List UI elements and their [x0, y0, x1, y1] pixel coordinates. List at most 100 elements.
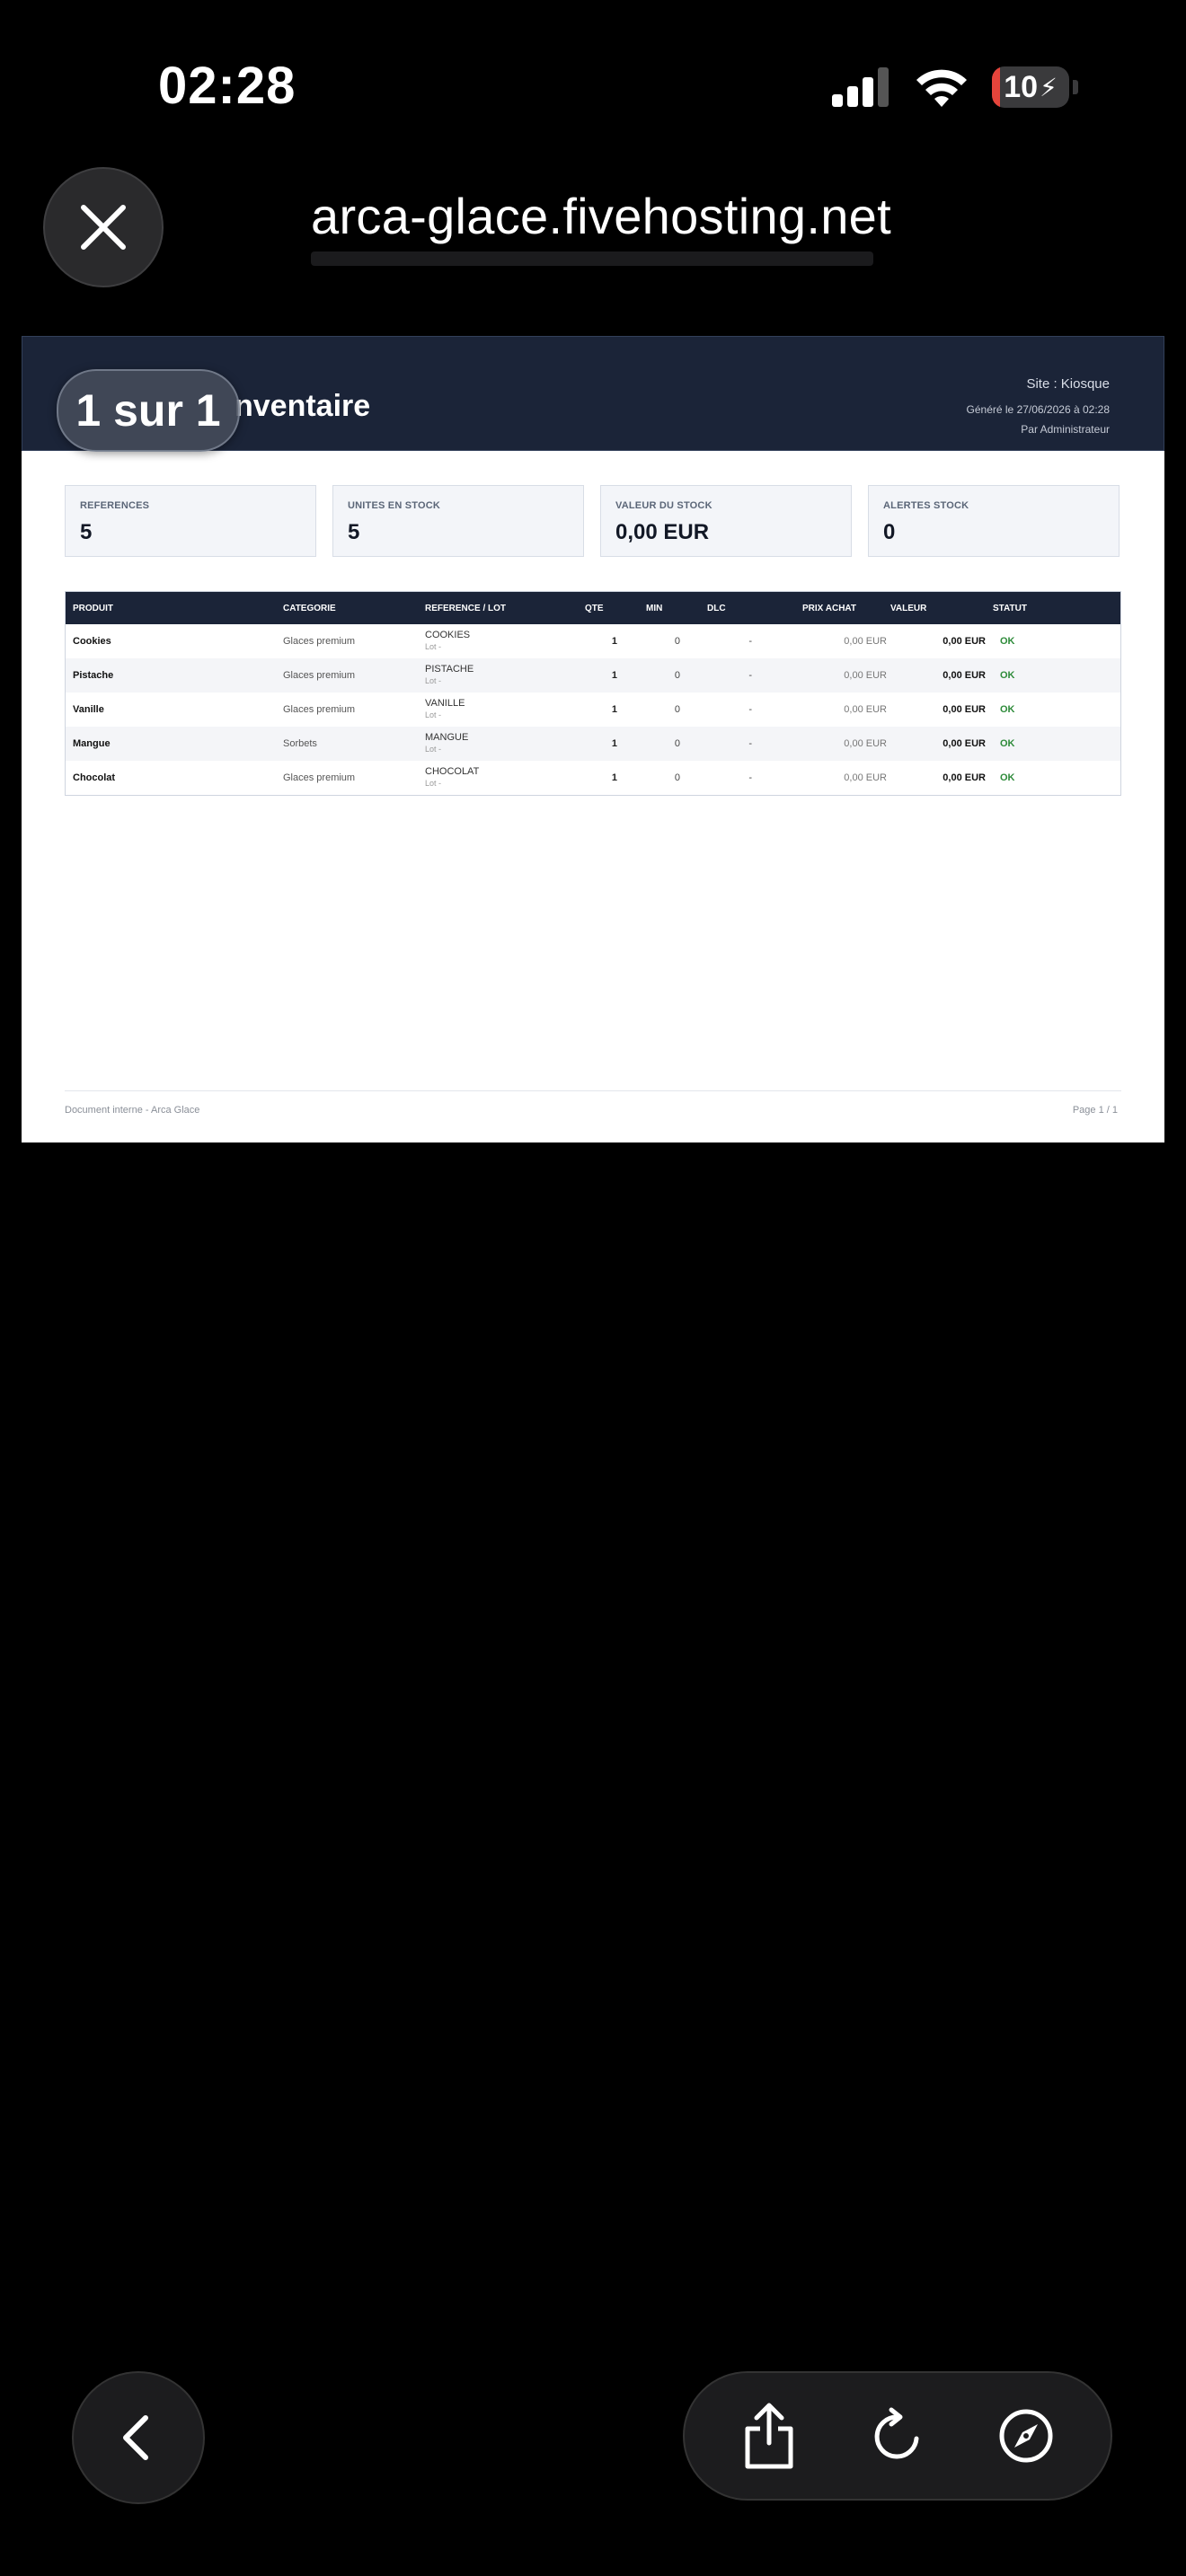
close-icon [81, 205, 126, 250]
close-button[interactable] [43, 167, 164, 287]
cell-reference: MANGUE Lot - [425, 732, 583, 755]
column-header: MIN [646, 603, 663, 613]
table-row: Cookies Glaces premium COOKIES Lot - 1 0 - 0,00… [66, 624, 1120, 658]
cell-statut: OK [1000, 704, 1015, 715]
back-button[interactable] [72, 2371, 205, 2504]
summary-card-units: UNITES EN STOCK 5 [332, 485, 584, 557]
cell-reference: PISTACHE Lot - [425, 664, 583, 687]
summary-card-alerts: ALERTES STOCK 0 [868, 485, 1120, 557]
card-label: ALERTES STOCK [883, 500, 969, 511]
browser-toolbar [683, 2371, 1112, 2501]
document-footer-page: Page 1 / 1 [1072, 1105, 1118, 1116]
safari-compass-icon [999, 2409, 1053, 2463]
cell-qte: 1 [611, 636, 617, 647]
footer-divider [65, 1090, 1121, 1091]
cell-min: 0 [674, 636, 680, 647]
cell-valeur: 0,00 EUR [943, 704, 986, 715]
wifi-icon [916, 69, 967, 107]
summary-card-references: REFERENCES 5 [65, 485, 316, 557]
cell-prix-achat: 0,00 EUR [844, 704, 887, 715]
cell-produit: Chocolat [73, 772, 116, 783]
cell-prix-achat: 0,00 EUR [844, 636, 887, 647]
cell-min: 0 [674, 704, 680, 715]
reference-code: MANGUE [425, 732, 469, 743]
cell-reference: CHOCOLAT Lot - [425, 766, 583, 790]
card-label: UNITES EN STOCK [348, 500, 441, 511]
cell-reference: COOKIES Lot - [425, 630, 583, 653]
cell-produit: Vanille [73, 704, 104, 715]
reference-code: PISTACHE [425, 664, 474, 675]
lot-text: Lot - [425, 642, 442, 651]
summary-card-stock-value: VALEUR DU STOCK 0,00 EUR [600, 485, 852, 557]
lot-text: Lot - [425, 710, 442, 719]
cell-dlc: - [748, 670, 752, 681]
card-value: 5 [348, 520, 360, 544]
table-row: Mangue Sorbets MANGUE Lot - 1 0 - 0,00 EUR 0,00 … [66, 727, 1120, 761]
reference-code: VANILLE [425, 698, 465, 709]
column-header: CATEGORIE [283, 603, 336, 613]
cell-categorie: Glaces premium [283, 670, 356, 681]
cell-produit: Cookies [73, 636, 111, 647]
cell-valeur: 0,00 EUR [943, 738, 986, 749]
card-label: REFERENCES [80, 500, 150, 511]
status-icons: 10 ⚡ [832, 65, 1078, 110]
share-button[interactable] [729, 2395, 810, 2476]
column-header: PRIX ACHAT [802, 603, 856, 613]
cell-dlc: - [748, 738, 752, 749]
lot-text: Lot - [425, 676, 442, 685]
table-header: PRODUIT CATEGORIE REFERENCE / LOT QTE MI… [66, 592, 1120, 624]
cell-reference: VANILLE Lot - [425, 698, 583, 721]
summary-cards: REFERENCES 5 UNITES EN STOCK 5 VALEUR DU… [65, 485, 1120, 557]
document-title: nventaire [235, 389, 371, 423]
table-row: Vanille Glaces premium VANILLE Lot - 1 0 - 0,00… [66, 693, 1120, 727]
table-row: Pistache Glaces premium PISTACHE Lot - 1 0 - 0,… [66, 658, 1120, 693]
cell-produit: Mangue [73, 738, 111, 749]
cell-prix-achat: 0,00 EUR [844, 738, 887, 749]
cell-categorie: Glaces premium [283, 636, 356, 647]
cell-qte: 1 [611, 670, 617, 681]
lot-text: Lot - [425, 779, 442, 788]
cell-categorie: Glaces premium [283, 704, 356, 715]
cell-categorie: Glaces premium [283, 772, 356, 783]
share-icon [745, 2403, 793, 2469]
document-generated-date: Généré le 27/06/2026 à 02:28 [966, 403, 1110, 416]
column-header: REFERENCE / LOT [425, 603, 507, 613]
status-time: 02:28 [158, 57, 296, 115]
inventory-table: PRODUIT CATEGORIE REFERENCE / LOT QTE MI… [65, 591, 1121, 796]
card-value: 0,00 EUR [615, 520, 710, 544]
document-author: Par Administrateur [1021, 423, 1110, 436]
column-header: STATUT [993, 603, 1027, 613]
table-row: Chocolat Glaces premium CHOCOLAT Lot - 1 0 - 0,… [66, 761, 1120, 795]
table-body: Cookies Glaces premium COOKIES Lot - 1 0 - 0,00… [66, 624, 1120, 795]
cell-statut: OK [1000, 636, 1015, 647]
cell-min: 0 [674, 738, 680, 749]
open-in-safari-button[interactable] [986, 2395, 1067, 2476]
column-header: VALEUR [890, 603, 927, 613]
cell-prix-achat: 0,00 EUR [844, 772, 887, 783]
battery-indicator: 10 ⚡ [992, 66, 1069, 108]
battery-cap [1073, 80, 1078, 94]
reference-code: COOKIES [425, 630, 471, 640]
column-header: PRODUIT [73, 603, 113, 613]
document-header: nventaire Site : Kiosque Généré le 27/06… [22, 336, 1164, 452]
cell-categorie: Sorbets [283, 738, 317, 749]
cell-dlc: - [748, 704, 752, 715]
document-footer-left: Document interne - Arca Glace [65, 1105, 200, 1116]
cell-statut: OK [1000, 738, 1015, 749]
cell-min: 0 [674, 772, 680, 783]
page-url: arca-glace.fivehosting.net [311, 188, 891, 244]
url-underline-bar [311, 251, 873, 266]
page-indicator: 1 sur 1 [57, 369, 240, 452]
cell-valeur: 0,00 EUR [943, 772, 986, 783]
reload-icon [874, 2407, 919, 2459]
cell-statut: OK [1000, 772, 1015, 783]
cell-qte: 1 [611, 704, 617, 715]
cell-qte: 1 [611, 738, 617, 749]
reload-button[interactable] [857, 2395, 938, 2476]
cell-min: 0 [674, 670, 680, 681]
reference-code: CHOCOLAT [425, 766, 480, 777]
cell-dlc: - [748, 772, 752, 783]
charging-bolt-icon: ⚡ [1040, 73, 1058, 101]
cell-produit: Pistache [73, 670, 114, 681]
cell-statut: OK [1000, 670, 1015, 681]
